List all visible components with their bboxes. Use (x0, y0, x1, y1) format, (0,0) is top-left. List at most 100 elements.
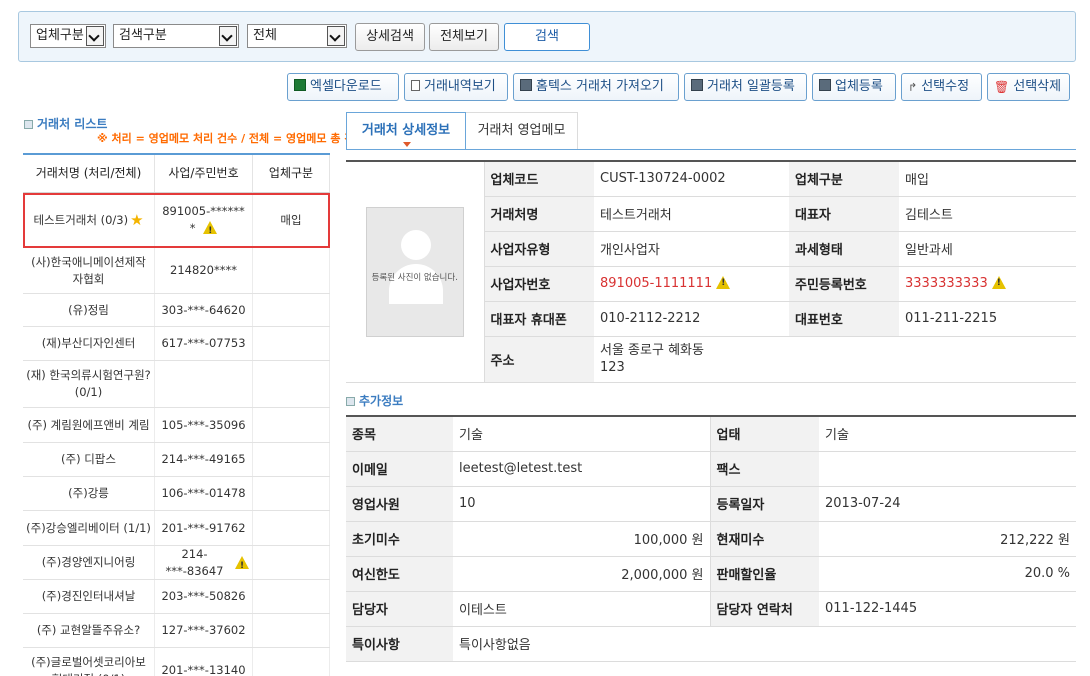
company-list: 거래처명 (처리/전체) 사업/주민번호 업체구분 테스트거래처 (0/3) ★ … (23, 153, 330, 676)
table-row[interactable]: (주)글로벌어셋코리아보험대리점 (0/1) 201-***-13140 (23, 648, 330, 676)
init-label: 초기미수 (346, 521, 453, 557)
row-type (253, 408, 330, 442)
ceo-value: 김테스트 (899, 196, 1076, 232)
table-row[interactable]: 테스트거래처 (0/3)★ 891005-******* 매입 (23, 193, 330, 248)
row-type (253, 248, 330, 293)
register-company-button[interactable]: 업체등록 (812, 73, 896, 101)
table-row[interactable]: (주) 계림원에프앤비 계림 105-***-35096 (23, 408, 330, 443)
credit-label: 여신한도 (346, 556, 453, 592)
extra-table: 종목 기술 업태 기술 이메일 leetest@letest.test 팩스 영… (346, 415, 1076, 662)
row-name-text: 테스트거래처 (0/3) (33, 212, 129, 227)
hometax-import-label: 홈텍스 거래처 가져오기 (536, 79, 664, 94)
row-number-text: 214-***-83647 (165, 546, 224, 578)
document-icon (411, 80, 420, 91)
trash-icon: 🗑 (994, 80, 1010, 94)
save-icon (520, 79, 532, 91)
header-type[interactable]: 업체구분 (253, 155, 330, 192)
tab-divider (346, 149, 1076, 150)
bulk-register-label: 거래처 일괄등록 (707, 79, 795, 94)
bulk-register-button[interactable]: 거래처 일괄등록 (684, 73, 807, 101)
edit-selected-button[interactable]: ↱ 선택수정 (901, 73, 982, 101)
delete-selected-label: 선택삭제 (1013, 79, 1062, 94)
cur-label: 현재미수 (710, 521, 819, 557)
item-label: 종목 (346, 416, 453, 452)
row-number: 617-***-07753 (155, 327, 253, 360)
disc-value: 20.0 % (819, 556, 1076, 592)
delete-selected-button[interactable]: 🗑 선택삭제 (987, 73, 1070, 101)
bizno-value: 891005-1111111 (594, 266, 789, 302)
company-type-select[interactable]: 업체구분 (30, 24, 106, 48)
header-number[interactable]: 사업/주민번호 (155, 155, 253, 192)
register-company-label: 업체등록 (835, 79, 883, 94)
row-type (253, 580, 330, 613)
email-value: leetest@letest.test (453, 451, 711, 487)
row-name: (주) 교현알뜰주유소? (23, 614, 155, 647)
row-name: (사)한국애니메이션제작자협회 (23, 248, 155, 293)
warning-icon (716, 276, 731, 289)
table-row[interactable]: (주) 교현알뜰주유소? 127-***-37602 (23, 614, 330, 648)
photo-cell: 등록된 사진이 없습니다. (346, 161, 485, 383)
table-row[interactable]: (주)강릉 106-***-01478 (23, 477, 330, 511)
kind-value: 매입 (899, 161, 1076, 197)
header-name[interactable]: 거래처명 (처리/전체) (23, 155, 155, 192)
mgr-label: 담당자 (346, 591, 453, 627)
fax-label: 팩스 (710, 451, 819, 487)
search-type-select[interactable]: 검색구분 (113, 24, 239, 48)
table-row[interactable]: (재)부산디자인센터 617-***-07753 (23, 327, 330, 361)
resno-label: 주민등록번호 (789, 266, 899, 302)
list-title-text: 거래처 리스트 (37, 117, 108, 131)
fax-value (819, 451, 1076, 487)
mobile-value: 010-2112-2212 (594, 301, 789, 337)
bizno-text: 891005-1111111 (600, 276, 713, 291)
save-icon (819, 79, 831, 91)
view-all-button[interactable]: 전체보기 (429, 23, 499, 51)
row-name: (주) 디팝스 (23, 443, 155, 476)
row-name: (주)강릉 (23, 477, 155, 510)
table-row[interactable]: (유)정림 303-***-64620 (23, 294, 330, 327)
addr-value: 서울 종로구 혜화동 123 (594, 336, 1076, 383)
excel-download-button[interactable]: 엑셀다운로드 (287, 73, 399, 101)
addr-line2: 123 (600, 360, 625, 375)
avatar-head-icon (400, 229, 431, 260)
row-number: 106-***-01478 (155, 477, 253, 510)
row-type (253, 546, 330, 579)
search-bar: 업체구분 검색구분 전체 상세검색 전체보기 검색 (18, 11, 1076, 62)
row-type (253, 477, 330, 510)
row-number: 214820**** (155, 248, 253, 293)
chevron-down-icon (327, 26, 345, 46)
share-icon: ↱ (908, 81, 918, 94)
disc-label: 판매할인율 (710, 556, 819, 592)
mgr-value: 이테스트 (453, 591, 711, 627)
scope-select[interactable]: 전체 (247, 24, 347, 48)
warning-icon (235, 556, 249, 575)
row-number-text: 891005-****** (162, 204, 245, 218)
row-number: 201-***-91762 (155, 511, 253, 545)
history-button[interactable]: 거래내역보기 (404, 73, 508, 101)
tab-memo[interactable]: 거래처 영업메모 (466, 112, 578, 150)
row-name: (주)경진인터내셔날 (23, 580, 155, 613)
row-number: 127-***-37602 (155, 614, 253, 647)
extra-title-text: 추가정보 (359, 394, 404, 408)
row-name: 테스트거래처 (0/3) ★ (23, 193, 155, 247)
save-icon (691, 79, 703, 91)
detail-search-button[interactable]: 상세검색 (355, 23, 425, 51)
row-type (253, 294, 330, 326)
search-button[interactable]: 검색 (504, 23, 590, 51)
tel-value: 011-211-2215 (899, 301, 1076, 337)
item-value: 기술 (453, 416, 711, 452)
table-row[interactable]: (재) 한국의류시험연구원?(0/1) (23, 361, 330, 408)
table-row[interactable]: (주)강승엘리베이터 (1/1) 201-***-91762 (23, 511, 330, 546)
table-row[interactable]: (주)경양엔지니어링 214-***-83647 (23, 546, 330, 580)
hometax-import-button[interactable]: 홈텍스 거래처 가져오기 (513, 73, 679, 101)
table-row[interactable]: (주)경진인터내셔날 203-***-50826 (23, 580, 330, 614)
bizno-label: 사업자번호 (484, 266, 594, 302)
list-legend: ※ 처리 = 영업메모 처리 건수 / 전체 = 영업메모 총 건수 (97, 132, 365, 145)
tab-detail[interactable]: 거래처 상세정보 (346, 112, 466, 150)
sales-value: 10 (453, 486, 711, 522)
list-header: 거래처명 (처리/전체) 사업/주민번호 업체구분 (23, 155, 330, 193)
biz-value: 기술 (819, 416, 1076, 452)
table-row[interactable]: (주) 디팝스 214-***-49165 (23, 443, 330, 477)
table-row[interactable]: (사)한국애니메이션제작자협회 214820**** (23, 248, 330, 294)
extra-title: 추가정보 (346, 392, 403, 409)
sales-label: 영업사원 (346, 486, 453, 522)
